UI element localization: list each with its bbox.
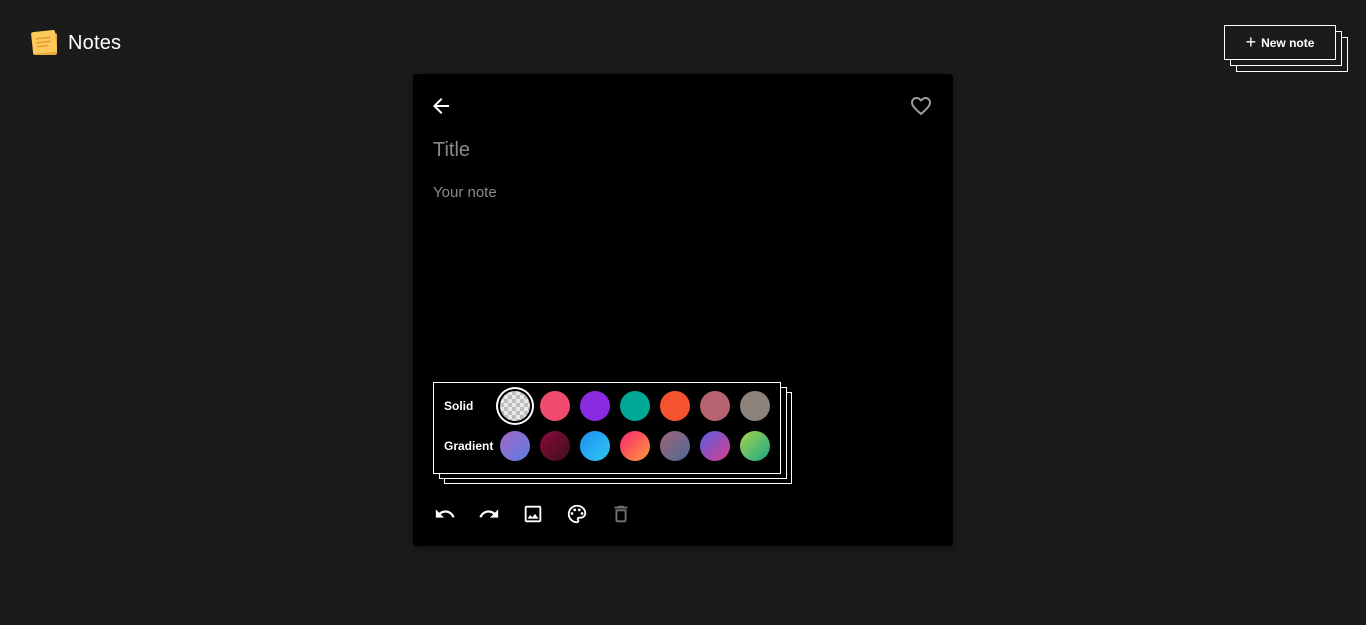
- new-note-label: New note: [1261, 35, 1315, 50]
- swatch-gradient-violet-blue[interactable]: [500, 431, 530, 461]
- swatch-solid-pink[interactable]: [540, 391, 570, 421]
- trash-icon: [614, 505, 628, 523]
- solid-label: Solid: [444, 399, 474, 413]
- swatch-gradient-dusk[interactable]: [660, 431, 690, 461]
- note-body-input[interactable]: [433, 184, 933, 364]
- new-note-button[interactable]: + New note: [1224, 25, 1336, 60]
- arrow-left-icon: [433, 98, 449, 114]
- color-palette-wrapper: Solid Gradient: [433, 382, 793, 486]
- app-title: Notes: [68, 31, 122, 54]
- delete-button[interactable]: [609, 502, 633, 526]
- swatch-solid-transparent[interactable]: [500, 391, 530, 421]
- redo-button[interactable]: [477, 502, 501, 526]
- swatch-gradient-sky[interactable]: [580, 431, 610, 461]
- undo-button[interactable]: [433, 502, 457, 526]
- swatch-solid-taupe[interactable]: [740, 391, 770, 421]
- heart-outline-icon: [911, 97, 931, 116]
- note-title-input[interactable]: [433, 136, 913, 164]
- swatch-solid-teal[interactable]: [620, 391, 650, 421]
- gradient-label: Gradient: [444, 439, 494, 453]
- sticky-note-icon: [31, 30, 57, 55]
- image-icon: [524, 505, 542, 523]
- swatch-solid-rose[interactable]: [700, 391, 730, 421]
- solid-row: Solid: [444, 391, 780, 421]
- color-palette-button[interactable]: [565, 502, 589, 526]
- app-brand: Notes: [30, 28, 121, 58]
- gradient-swatches: [500, 431, 780, 461]
- new-note-button-wrapper: + New note: [1224, 25, 1348, 72]
- solid-swatches: [500, 391, 780, 421]
- back-button[interactable]: [429, 94, 453, 118]
- swatch-gradient-sunset[interactable]: [620, 431, 650, 461]
- swatch-solid-purple[interactable]: [580, 391, 610, 421]
- redo-icon: [479, 509, 499, 518]
- swatch-gradient-maroon[interactable]: [540, 431, 570, 461]
- favorite-button[interactable]: [909, 94, 933, 118]
- swatch-gradient-indigo-pink[interactable]: [700, 431, 730, 461]
- swatch-gradient-lime-green[interactable]: [740, 431, 770, 461]
- swatch-solid-orange[interactable]: [660, 391, 690, 421]
- note-editor: Solid Gradient: [413, 74, 953, 546]
- add-image-button[interactable]: [521, 502, 545, 526]
- color-palette: Solid Gradient: [433, 382, 781, 474]
- editor-toolbar: [433, 502, 633, 526]
- gradient-row: Gradient: [444, 431, 780, 461]
- palette-icon: [567, 504, 587, 524]
- undo-icon: [435, 509, 455, 518]
- plus-icon: +: [1245, 31, 1257, 52]
